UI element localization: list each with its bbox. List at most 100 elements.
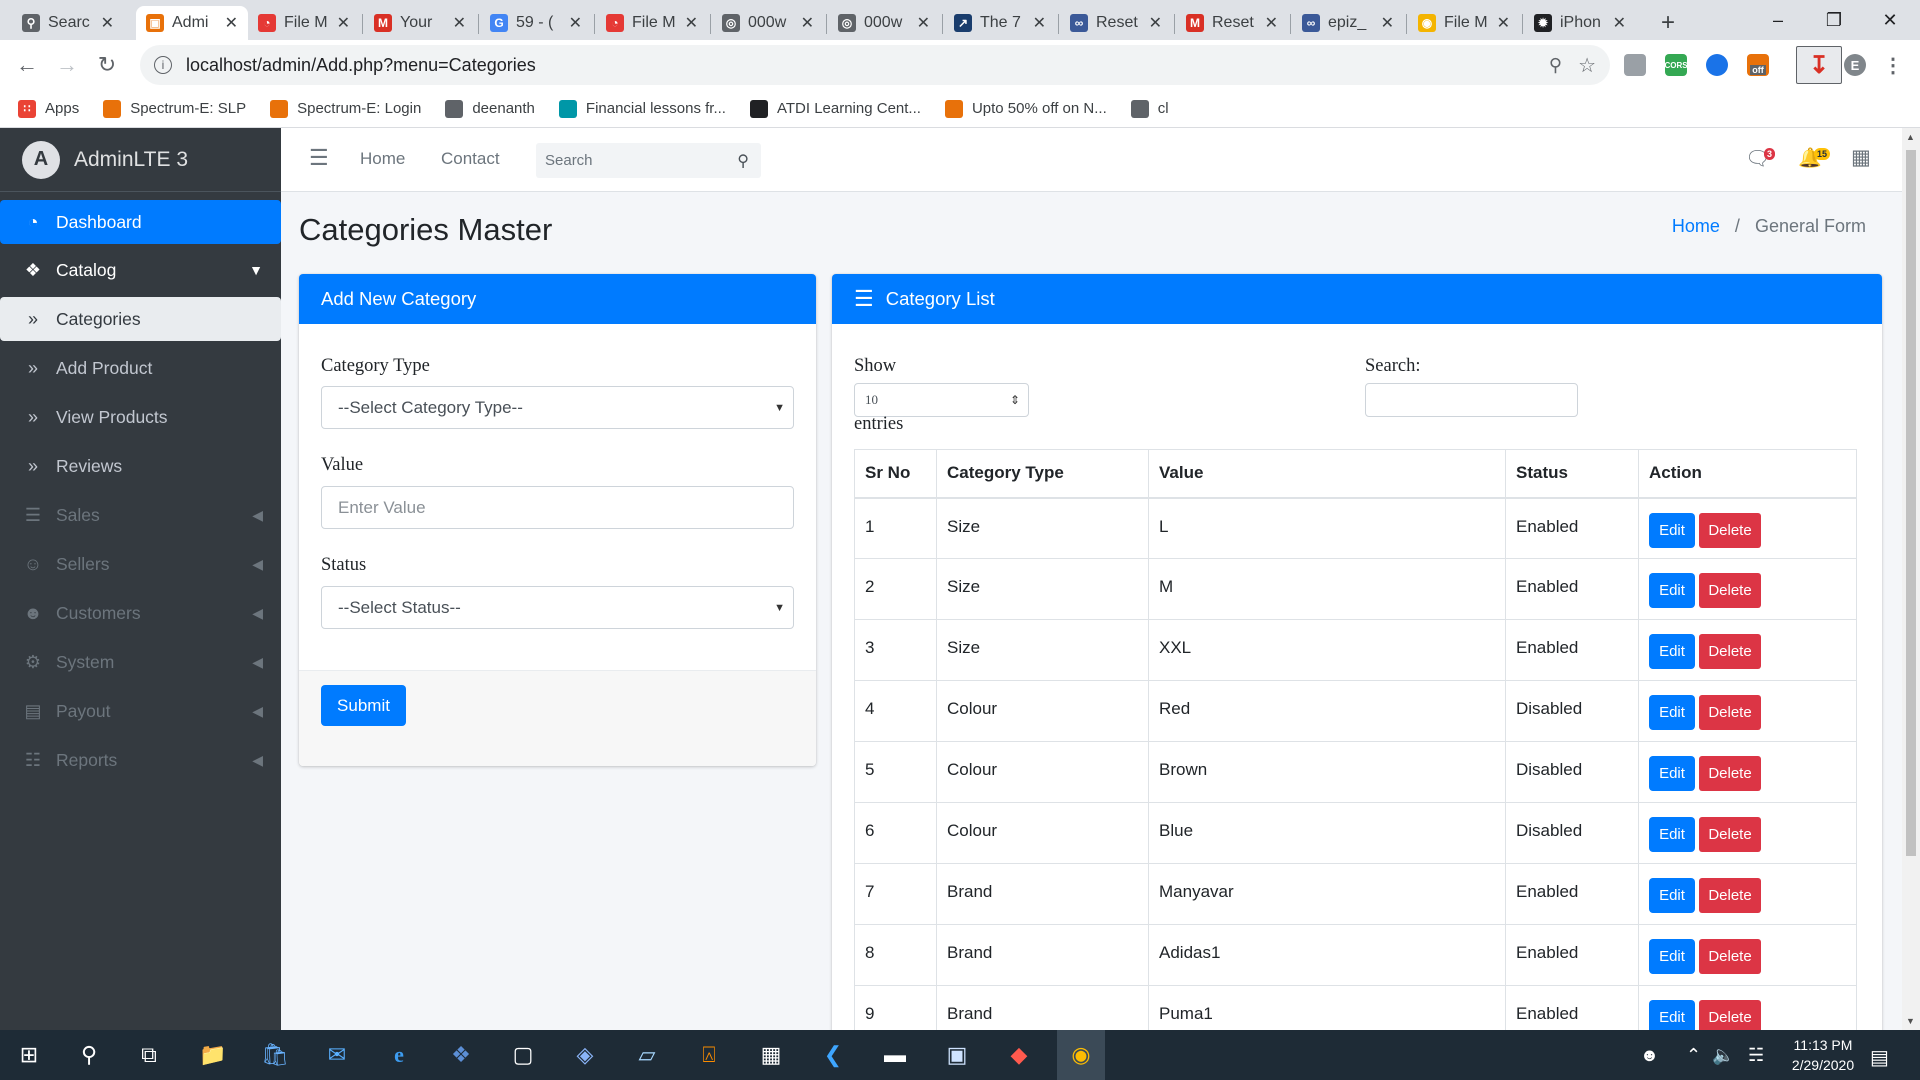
sidebar-item-customers[interactable]: ☻ Customers ◀ bbox=[0, 591, 281, 635]
drive-app-icon[interactable]: ▬ bbox=[878, 1038, 912, 1072]
honey-extension-icon[interactable]: off bbox=[1747, 54, 1769, 76]
browser-tab[interactable]: ◔ File M ✕ bbox=[596, 6, 708, 40]
status-select[interactable]: --Select Status-- ▼ bbox=[321, 586, 794, 629]
tab-close-icon[interactable]: ✕ bbox=[101, 13, 114, 33]
sidebar-item-view-products[interactable]: » View Products bbox=[0, 395, 281, 439]
task-view-icon[interactable]: ⧉ bbox=[132, 1038, 166, 1072]
browser-tab[interactable]: G 59 - (✕ bbox=[480, 6, 592, 40]
search-icon[interactable]: ⚲ bbox=[737, 151, 749, 171]
value-input[interactable]: Enter Value bbox=[321, 486, 794, 529]
windows-start-icon[interactable]: ⊞ bbox=[12, 1038, 46, 1072]
chrome-taskbar-icon[interactable]: ◉ bbox=[1057, 1030, 1105, 1080]
nav-contact-link[interactable]: Contact bbox=[441, 149, 500, 169]
notes-app-icon[interactable]: ▱ bbox=[630, 1038, 664, 1072]
sidebar-item-dashboard[interactable]: ◔ Dashboard bbox=[0, 200, 281, 244]
browser-tab[interactable]: ◉ File M ✕ bbox=[1408, 6, 1520, 40]
file-explorer-icon[interactable]: 📁 bbox=[196, 1038, 230, 1072]
apps-shortcut[interactable]: ∷ Apps bbox=[18, 99, 79, 118]
delete-button[interactable]: Delete bbox=[1699, 939, 1761, 974]
tab-close-icon[interactable]: ✕ bbox=[1497, 13, 1510, 33]
category-type-select[interactable]: --Select Category Type-- ▼ bbox=[321, 386, 794, 429]
browser-tab[interactable]: ↗ The 7 ✕ bbox=[944, 6, 1056, 40]
git-app-icon[interactable]: ◆ bbox=[1002, 1038, 1036, 1072]
download-extension-icon[interactable]: ↧ bbox=[1796, 46, 1842, 84]
cube-extension-icon[interactable] bbox=[1624, 54, 1646, 76]
bookmark-item[interactable]: Spectrum-E: SLP bbox=[103, 99, 246, 118]
tab-close-icon[interactable]: ✕ bbox=[1265, 13, 1278, 33]
edit-button[interactable]: Edit bbox=[1649, 512, 1695, 548]
tab-close-icon[interactable]: ✕ bbox=[1613, 13, 1626, 33]
sidebar-item-payout[interactable]: ▤ Payout ◀ bbox=[0, 689, 281, 733]
terminal-icon[interactable]: ▢ bbox=[506, 1038, 540, 1072]
browser-tab[interactable]: M Your ✕ bbox=[364, 6, 476, 40]
sidebar-item-system[interactable]: ⚙ System ◀ bbox=[0, 640, 281, 684]
browser-tab[interactable]: ◔ File M ✕ bbox=[248, 6, 360, 40]
browser-tab[interactable]: ◎ 000w ✕ bbox=[712, 6, 824, 40]
navbar-search-input[interactable]: Search ⚲ bbox=[536, 143, 761, 178]
browser-tab[interactable]: ▣ Admi ✕ bbox=[136, 6, 248, 40]
address-bar[interactable]: i localhost/admin/Add.php?menu=Categorie… bbox=[140, 45, 1610, 85]
tab-close-icon[interactable]: ✕ bbox=[569, 13, 582, 33]
menu-kebab-icon[interactable]: ⋮ bbox=[1882, 54, 1904, 77]
breadcrumb-home[interactable]: Home bbox=[1672, 216, 1720, 236]
edit-button[interactable]: Edit bbox=[1649, 1000, 1695, 1030]
scrollbar-thumb[interactable] bbox=[1906, 150, 1916, 856]
reload-icon[interactable]: ↻ bbox=[90, 48, 124, 82]
bookmark-item[interactable]: ATDI Learning Cent... bbox=[749, 99, 921, 118]
people-icon[interactable]: ☻ bbox=[1640, 1045, 1659, 1066]
browser-tab[interactable]: M Reset ✕ bbox=[1176, 6, 1288, 40]
scroll-up-icon[interactable]: ▲ bbox=[1906, 132, 1915, 142]
sidebar-item-reviews[interactable]: » Reviews bbox=[0, 444, 281, 488]
col-category-type[interactable]: Category Type bbox=[936, 449, 1149, 499]
tab-close-icon[interactable]: ✕ bbox=[1381, 13, 1394, 33]
tray-chevron-icon[interactable]: ⌃ bbox=[1686, 1045, 1701, 1066]
maximize-button[interactable]: ❐ bbox=[1808, 0, 1860, 40]
browser-tab[interactable]: ⚲ Searc ✕ bbox=[12, 6, 124, 40]
tab-close-icon[interactable]: ✕ bbox=[225, 13, 238, 33]
mail-icon[interactable]: ✉ bbox=[320, 1038, 354, 1072]
edit-button[interactable]: Edit bbox=[1649, 817, 1695, 852]
sidebar-item-sales[interactable]: ☰ Sales ◀ bbox=[0, 493, 281, 537]
back-icon[interactable]: ← bbox=[10, 48, 44, 82]
tab-close-icon[interactable]: ✕ bbox=[917, 13, 930, 33]
xampp-icon[interactable]: ⍓ bbox=[692, 1038, 726, 1072]
tab-close-icon[interactable]: ✕ bbox=[685, 13, 698, 33]
browser-tab[interactable]: ∞ Reset ✕ bbox=[1060, 6, 1172, 40]
page-size-select[interactable]: 10 ⇕ bbox=[854, 383, 1029, 417]
browser-tab[interactable]: ∞ epiz_ ✕ bbox=[1292, 6, 1404, 40]
sidebar-item-add-product[interactable]: » Add Product bbox=[0, 346, 281, 390]
delete-button[interactable]: Delete bbox=[1699, 573, 1761, 608]
col-value[interactable]: Value bbox=[1148, 449, 1506, 499]
edit-button[interactable]: Edit bbox=[1649, 573, 1695, 608]
browser-tab[interactable]: ✹ iPhon ✕ bbox=[1524, 6, 1636, 40]
new-tab-button[interactable]: + bbox=[1650, 6, 1686, 40]
browser-tab[interactable]: ◎ 000w ✕ bbox=[828, 6, 940, 40]
dev-tool-icon[interactable]: ❖ bbox=[444, 1038, 478, 1072]
bookmark-item[interactable]: Financial lessons fr... bbox=[558, 99, 726, 118]
edit-button[interactable]: Edit bbox=[1649, 695, 1695, 730]
tab-close-icon[interactable]: ✕ bbox=[453, 13, 466, 33]
bookmark-item[interactable]: cl bbox=[1130, 99, 1169, 118]
zoom-icon[interactable]: ⚲ bbox=[1549, 55, 1562, 76]
sidebar-item-categories[interactable]: » Categories bbox=[0, 297, 281, 341]
wifi-icon[interactable]: ☵ bbox=[1748, 1045, 1764, 1066]
page-scrollbar[interactable]: ▲ ▼ bbox=[1902, 128, 1920, 1030]
delete-button[interactable]: Delete bbox=[1699, 634, 1761, 669]
volume-icon[interactable]: 🔈 bbox=[1712, 1045, 1734, 1066]
scroll-down-icon[interactable]: ▼ bbox=[1906, 1016, 1915, 1026]
url-text[interactable]: localhost/admin/Add.php?menu=Categories bbox=[186, 55, 536, 76]
taskbar-clock[interactable]: 11:13 PM 2/29/2020 bbox=[1778, 1035, 1868, 1075]
submit-button[interactable]: Submit bbox=[321, 685, 406, 726]
tab-close-icon[interactable]: ✕ bbox=[337, 13, 350, 33]
tab-close-icon[interactable]: ✕ bbox=[1033, 13, 1046, 33]
info-icon[interactable]: i bbox=[154, 56, 172, 74]
edit-button[interactable]: Edit bbox=[1649, 634, 1695, 669]
sidebar-item-sellers[interactable]: ☺ Sellers ◀ bbox=[0, 542, 281, 586]
col-sr-no[interactable]: Sr No bbox=[854, 449, 937, 499]
sidebar-item-reports[interactable]: ☷ Reports ◀ bbox=[0, 738, 281, 782]
bookmark-item[interactable]: deenanth bbox=[445, 99, 535, 118]
delete-button[interactable]: Delete bbox=[1699, 1000, 1761, 1030]
nav-home-link[interactable]: Home bbox=[360, 149, 405, 169]
edit-button[interactable]: Edit bbox=[1649, 939, 1695, 974]
edit-button[interactable]: Edit bbox=[1649, 756, 1695, 791]
